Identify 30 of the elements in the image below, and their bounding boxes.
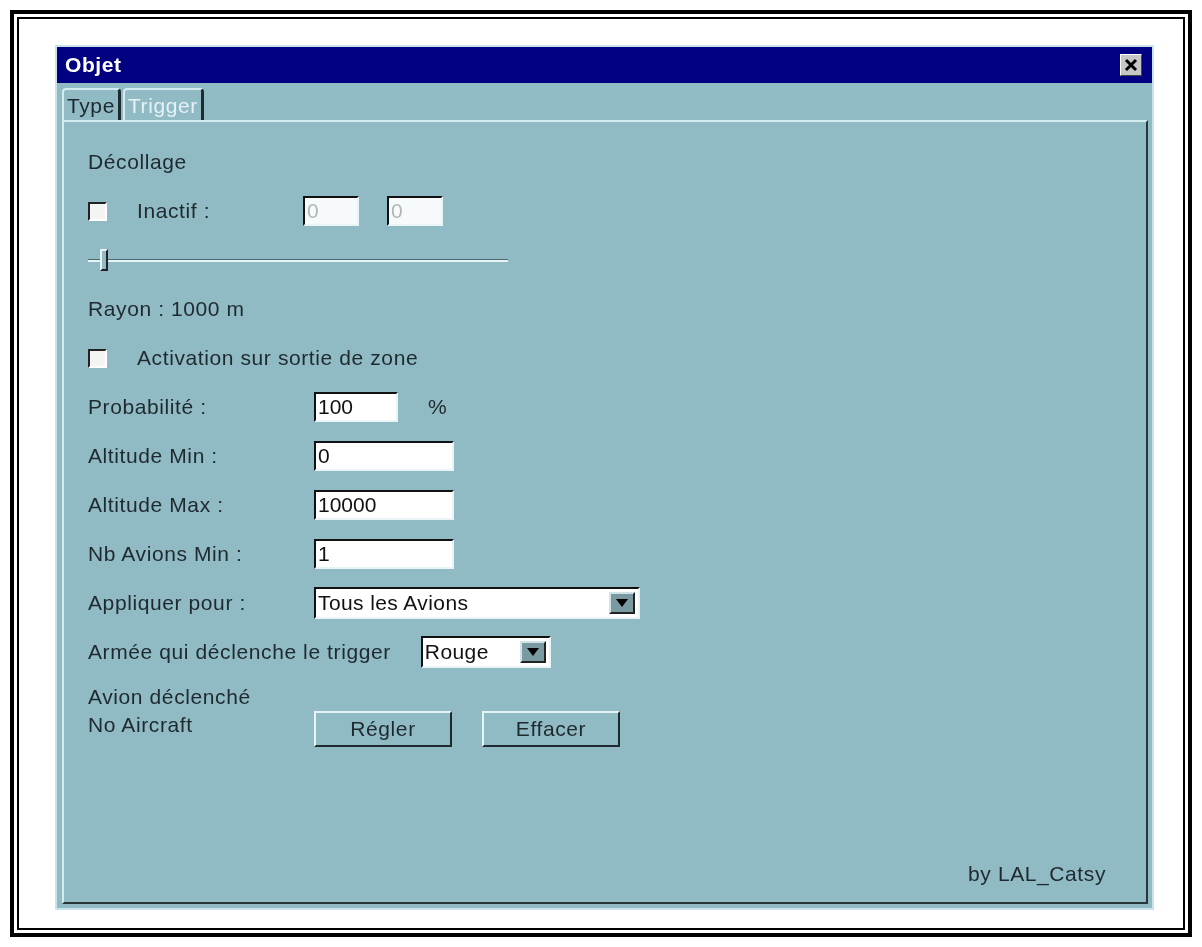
close-icon[interactable] <box>1120 54 1142 76</box>
tab[interactable]: Type <box>62 88 121 120</box>
dropdown[interactable]: Rouge <box>420 636 551 668</box>
field-label: Altitude Min : <box>88 444 219 468</box>
action-button[interactable]: Effacer <box>482 711 620 747</box>
dropdown[interactable]: Tous les Avions <box>314 587 640 619</box>
inactive-label: Inactif : <box>137 199 212 223</box>
field-label: Armée qui déclenche le trigger <box>88 640 392 664</box>
input-field[interactable]: 10000 <box>314 490 454 520</box>
author-credit: by LAL_Catsy <box>968 862 1106 886</box>
field-label: Altitude Max : <box>88 493 225 517</box>
field-label: Nb Avions Min : <box>88 542 244 566</box>
slider-thumb[interactable] <box>100 249 109 271</box>
checkbox-label: Activation sur sortie de zone <box>137 346 419 370</box>
input-field[interactable]: 0 <box>314 441 454 471</box>
checkbox[interactable] <box>88 348 107 368</box>
input-field[interactable]: 1 <box>314 539 454 569</box>
caret-icon <box>519 641 546 663</box>
radius-slider[interactable] <box>88 247 508 273</box>
aircraft-label: Avion déclenché <box>88 685 251 709</box>
caret-icon <box>609 592 635 614</box>
input-field[interactable]: 100 <box>314 392 398 422</box>
field-label: Appliquer pour : <box>88 591 247 615</box>
section-title: Décollage <box>88 150 187 174</box>
action-button[interactable]: Régler <box>314 711 452 747</box>
aircraft-value: No Aircraft <box>88 712 194 737</box>
unit-label: % <box>428 395 448 419</box>
radius-label: Rayon : 1000 m <box>88 297 245 321</box>
window-title: Objet <box>65 53 122 77</box>
field-label: Probabilité : <box>88 395 208 419</box>
